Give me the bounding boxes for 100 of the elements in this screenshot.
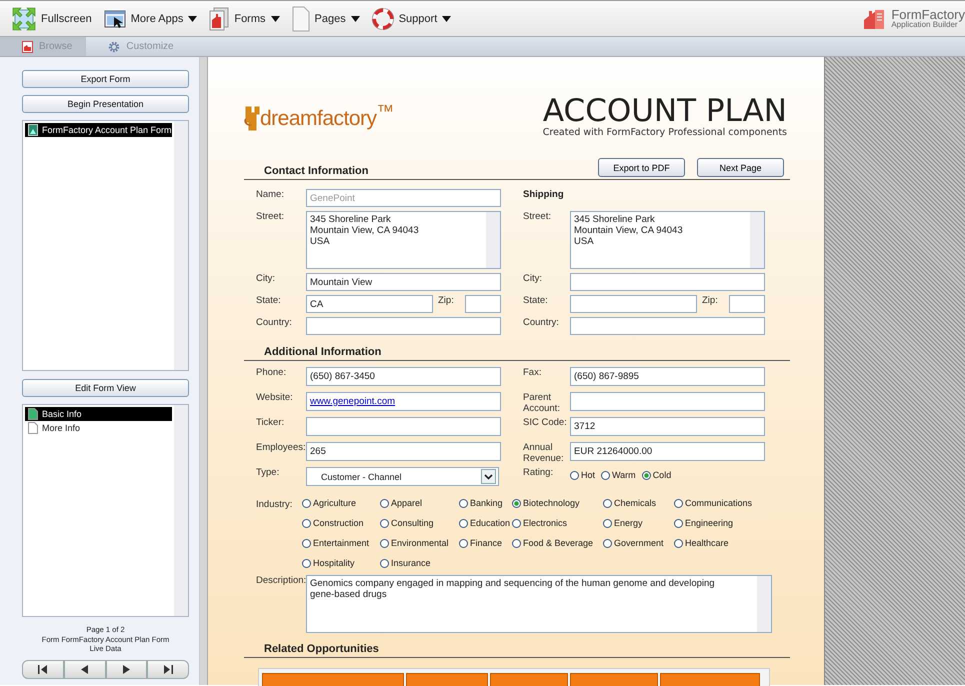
type-dropdown[interactable]: Customer - Channel xyxy=(306,467,499,486)
input-field[interactable] xyxy=(306,417,501,436)
form-subtitle: Created with FormFactory Professional components xyxy=(542,127,787,138)
radio-option[interactable]: Apparel xyxy=(380,495,459,511)
sidebar-button[interactable]: Export Form xyxy=(22,70,189,88)
input-field[interactable] xyxy=(570,317,765,335)
radio-option[interactable]: Food & Beverage xyxy=(512,535,603,551)
menu-button[interactable]: Pages xyxy=(292,6,360,32)
field-label: Description: xyxy=(256,575,306,588)
radio-button[interactable] xyxy=(674,538,683,548)
radio-button[interactable] xyxy=(380,538,389,548)
radio-button[interactable] xyxy=(512,498,521,508)
section-subtitle: Shipping xyxy=(523,189,564,202)
address-field[interactable]: 345 Shoreline Park Mountain View, CA 94043 USA xyxy=(570,211,765,269)
address-field[interactable]: 345 Shoreline Park Mountain View, CA 94043 USA xyxy=(306,211,501,269)
radio-button[interactable] xyxy=(459,518,468,528)
radio-button[interactable] xyxy=(674,498,683,508)
radio-button[interactable] xyxy=(302,558,311,568)
sidebar-button[interactable]: Begin Presentation xyxy=(22,95,189,113)
input-field[interactable] xyxy=(729,295,765,313)
input-field[interactable] xyxy=(570,392,765,411)
radio-button[interactable] xyxy=(380,518,389,528)
toolbar-button[interactable]: Fullscreen xyxy=(12,6,92,30)
radio-option[interactable]: Banking xyxy=(459,495,512,511)
radio-button[interactable] xyxy=(512,518,521,528)
radio-option[interactable]: Construction xyxy=(302,515,380,531)
radio-option[interactable]: Finance xyxy=(459,535,512,551)
radio-option[interactable]: Education xyxy=(459,515,512,531)
website-link[interactable]: www.genepoint.com xyxy=(310,396,396,407)
radio-option[interactable]: Chemicals xyxy=(603,495,674,511)
radio-button[interactable] xyxy=(459,498,468,508)
field-label: City: xyxy=(256,273,276,286)
radio-button[interactable] xyxy=(302,518,311,528)
radio-button[interactable] xyxy=(603,518,612,528)
radio-option[interactable]: Entertainment xyxy=(302,535,380,551)
radio-button[interactable] xyxy=(512,538,521,548)
radio-option[interactable]: Agriculture xyxy=(302,495,380,511)
field-label: Annual Revenue: xyxy=(523,442,565,461)
radio-option[interactable]: Hospitality xyxy=(302,555,380,571)
brand-name: FormFactory xyxy=(891,8,965,21)
form-button[interactable]: Export to PDF xyxy=(598,158,685,177)
list-item[interactable]: Basic Info xyxy=(25,407,172,421)
radio-option[interactable]: Warm xyxy=(601,467,636,483)
input-field[interactable]: CA xyxy=(306,295,433,313)
input-field[interactable]: EUR 21264000.00 xyxy=(570,442,765,461)
input-field[interactable]: 3712 xyxy=(570,417,765,436)
radio-option[interactable]: Environmental xyxy=(380,535,459,551)
list-item[interactable]: More Info xyxy=(25,421,172,435)
input-field[interactable]: (650) 867-9895 xyxy=(570,367,765,386)
field-label: Employees: xyxy=(256,442,306,455)
input-field[interactable]: GenePoint xyxy=(306,189,501,207)
description-field[interactable]: Genomics company engaged in mapping and sequencing of the human genome and developing gene-based drugs xyxy=(306,575,772,633)
sidebar-button[interactable]: Edit Form View xyxy=(22,379,189,397)
last-page-button[interactable] xyxy=(147,660,189,678)
expand-arrows-icon xyxy=(12,6,36,30)
field-label: Ticker: xyxy=(256,417,286,430)
input-field[interactable]: www.genepoint.com xyxy=(306,392,501,411)
input-field[interactable] xyxy=(306,317,501,335)
radio-button[interactable] xyxy=(459,538,468,548)
radio-option[interactable]: Engineering xyxy=(674,515,774,531)
radio-button[interactable] xyxy=(302,498,311,508)
radio-option[interactable]: Insurance xyxy=(380,555,459,571)
radio-button[interactable] xyxy=(674,518,683,528)
radio-option[interactable]: Communications xyxy=(674,495,774,511)
page-icon xyxy=(292,6,310,32)
radio-option[interactable]: Government xyxy=(603,535,674,551)
radio-button[interactable] xyxy=(380,558,389,568)
input-field[interactable] xyxy=(570,295,697,313)
radio-button[interactable] xyxy=(302,538,311,548)
radio-button[interactable] xyxy=(603,538,612,548)
radio-option[interactable]: Energy xyxy=(603,515,674,531)
radio-button[interactable] xyxy=(642,470,651,480)
field-label: Industry: xyxy=(256,498,294,512)
section-title: Related Opportunities xyxy=(264,643,379,656)
input-field[interactable]: Mountain View xyxy=(306,273,501,291)
radio-option[interactable]: Biotechnology xyxy=(512,495,603,511)
input-field[interactable]: 265 xyxy=(306,442,501,461)
previous-page-button[interactable] xyxy=(64,660,106,678)
menu-button[interactable]: Forms xyxy=(209,6,280,30)
radio-button[interactable] xyxy=(601,470,610,480)
menu-button[interactable]: More Apps xyxy=(104,8,198,28)
radio-option[interactable]: Cold xyxy=(642,467,672,483)
input-field[interactable] xyxy=(465,295,501,313)
radio-button[interactable] xyxy=(570,470,579,480)
list-item[interactable]: FormFactory Account Plan Form xyxy=(25,123,172,137)
radio-option[interactable]: Electronics xyxy=(512,515,603,531)
radio-option[interactable]: Healthcare xyxy=(674,535,774,551)
radio-option[interactable]: Hot xyxy=(570,467,596,483)
input-field[interactable] xyxy=(570,273,765,291)
scrollbar[interactable] xyxy=(174,121,188,370)
next-page-button[interactable] xyxy=(106,660,148,678)
form-button[interactable]: Next Page xyxy=(697,158,784,177)
radio-button[interactable] xyxy=(603,498,612,508)
document-stack-icon xyxy=(209,6,230,30)
menu-button[interactable]: Support xyxy=(372,8,452,30)
scrollbar[interactable] xyxy=(174,405,188,616)
first-page-button[interactable] xyxy=(22,660,64,678)
radio-button[interactable] xyxy=(380,498,389,508)
input-field[interactable]: (650) 867-3450 xyxy=(306,367,501,386)
radio-option[interactable]: Consulting xyxy=(380,515,459,531)
